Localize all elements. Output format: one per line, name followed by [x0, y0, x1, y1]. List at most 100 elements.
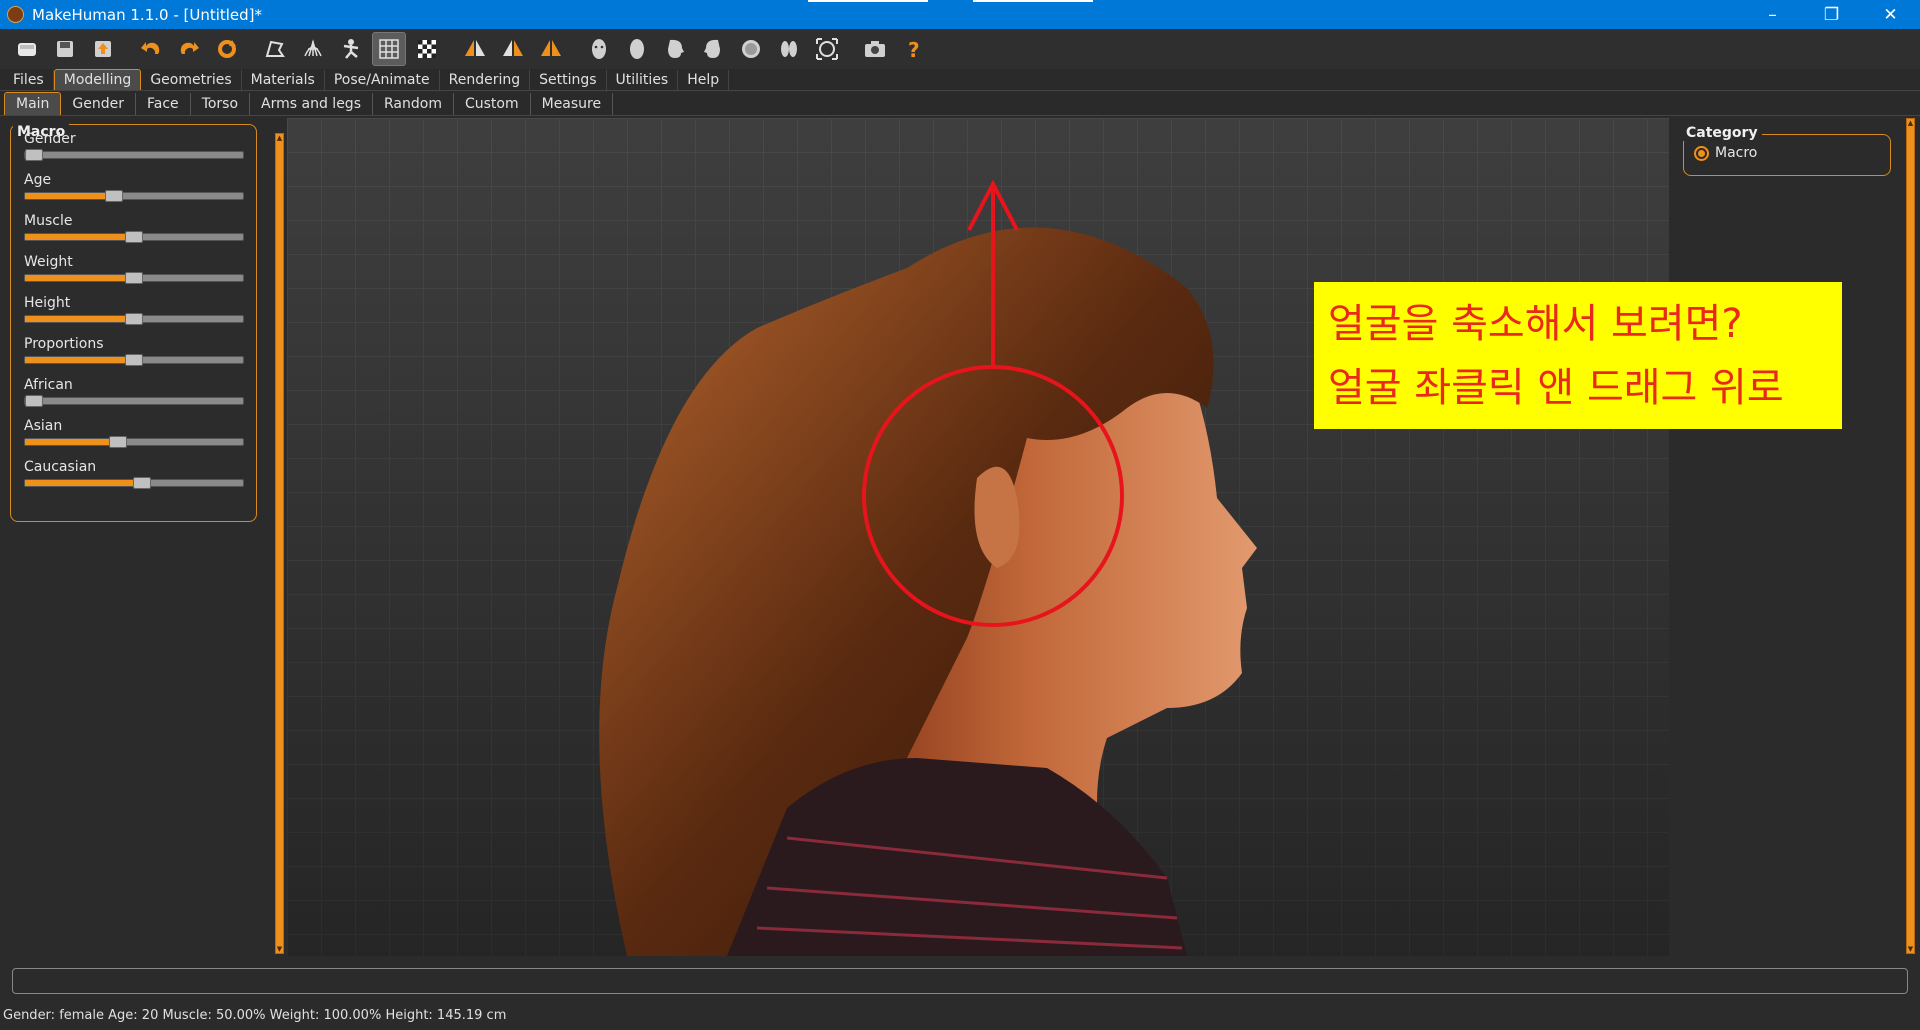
reset-camera-icon	[816, 38, 838, 60]
export-icon	[95, 41, 111, 57]
tab-modelling[interactable]: Modelling	[53, 69, 142, 90]
tab-settings[interactable]: Settings	[530, 70, 607, 90]
slider-track[interactable]	[24, 149, 244, 161]
front-view-button[interactable]	[582, 32, 616, 66]
slider-track[interactable]	[24, 395, 244, 407]
slider-handle[interactable]	[109, 436, 127, 448]
screenshot-button[interactable]	[858, 32, 892, 66]
3d-viewport[interactable]	[287, 118, 1669, 956]
reset-icon	[218, 40, 236, 58]
pose-icon	[343, 39, 359, 59]
right-view-button[interactable]	[696, 32, 730, 66]
slider-label: Proportions	[24, 336, 104, 352]
right-splitter[interactable]: ▲ ▼	[1906, 118, 1915, 954]
grid-icon	[379, 39, 399, 59]
back-view-button[interactable]	[620, 32, 654, 66]
slider-age[interactable]: Age	[24, 172, 248, 202]
checker-icon	[418, 40, 436, 58]
slider-fill	[25, 480, 142, 486]
slider-label: Weight	[24, 254, 73, 270]
symmetry-button[interactable]	[534, 32, 568, 66]
slider-track[interactable]	[24, 272, 244, 284]
slider-track[interactable]	[24, 477, 244, 489]
top-view-icon	[742, 40, 760, 58]
slider-handle[interactable]	[125, 272, 143, 284]
tab-files[interactable]: Files	[4, 70, 54, 90]
help-button[interactable]: ?	[896, 32, 930, 66]
close-button[interactable]: ✕	[1861, 0, 1920, 29]
subtab-main[interactable]: Main	[4, 92, 62, 115]
export-button[interactable]	[86, 32, 120, 66]
top-view-button[interactable]	[734, 32, 768, 66]
slider-fill	[25, 316, 134, 322]
symmetry-right-button[interactable]	[458, 32, 492, 66]
subtab-face[interactable]: Face	[136, 93, 191, 115]
grid-button[interactable]	[372, 32, 406, 66]
subtab-torso[interactable]: Torso	[191, 93, 251, 115]
back-view-icon	[630, 39, 644, 59]
tab-materials[interactable]: Materials	[242, 70, 325, 90]
subtab-arms-and-legs[interactable]: Arms and legs	[250, 93, 373, 115]
tab-pose-animate[interactable]: Pose/Animate	[325, 70, 440, 90]
undo-button[interactable]	[134, 32, 168, 66]
maximize-button[interactable]: ❐	[1802, 0, 1861, 29]
status-bar: Gender: female Age: 20 Muscle: 50.00% We…	[3, 1008, 507, 1023]
slider-track[interactable]	[24, 436, 244, 448]
category-panel-title: Category	[1682, 125, 1762, 141]
slider-handle[interactable]	[105, 190, 123, 202]
symmetry-left-button[interactable]	[496, 32, 530, 66]
left-view-button[interactable]	[658, 32, 692, 66]
symmetry-right-icon	[465, 40, 485, 56]
radio-selected-icon[interactable]	[1694, 145, 1709, 161]
slider-handle[interactable]	[133, 477, 151, 489]
slider-handle[interactable]	[125, 231, 143, 243]
subtab-custom[interactable]: Custom	[454, 93, 531, 115]
slider-track[interactable]	[24, 190, 244, 202]
slider-handle[interactable]	[125, 354, 143, 366]
save-button[interactable]	[48, 32, 82, 66]
slider-height[interactable]: Height	[24, 295, 248, 325]
slider-caucasian[interactable]: Caucasian	[24, 459, 248, 489]
category-option-label: Macro	[1715, 145, 1758, 161]
slider-handle[interactable]	[25, 395, 43, 407]
bottom-view-button[interactable]	[772, 32, 806, 66]
slider-gender[interactable]: Gender	[24, 131, 248, 161]
slider-track[interactable]	[24, 313, 244, 325]
slider-african[interactable]: African	[24, 377, 248, 407]
slider-track[interactable]	[24, 354, 244, 366]
tab-rendering[interactable]: Rendering	[440, 70, 531, 90]
subtab-measure[interactable]: Measure	[531, 93, 614, 115]
slider-proportions[interactable]: Proportions	[24, 336, 248, 366]
reset-camera-button[interactable]	[810, 32, 844, 66]
tab-help[interactable]: Help	[678, 70, 730, 90]
pose-button[interactable]	[334, 32, 368, 66]
slider-muscle[interactable]: Muscle	[24, 213, 248, 243]
subtab-gender[interactable]: Gender	[61, 93, 137, 115]
wireframe-button[interactable]	[296, 32, 330, 66]
subtab-random[interactable]: Random	[373, 93, 454, 115]
slider-track[interactable]	[24, 231, 244, 243]
left-view-icon	[668, 39, 684, 58]
category-option-macro[interactable]: Macro	[1694, 145, 1757, 161]
tab-geometries[interactable]: Geometries	[141, 70, 242, 90]
slider-weight[interactable]: Weight	[24, 254, 248, 284]
reset-button[interactable]	[210, 32, 244, 66]
slider-handle[interactable]	[125, 313, 143, 325]
slider-fill	[25, 439, 118, 445]
slider-asian[interactable]: Asian	[24, 418, 248, 448]
tab-utilities[interactable]: Utilities	[607, 70, 679, 90]
slider-handle[interactable]	[25, 149, 43, 161]
new-button[interactable]	[10, 32, 44, 66]
title-indicators	[808, 0, 1093, 2]
symmetry-left-icon	[503, 40, 523, 56]
redo-button[interactable]	[172, 32, 206, 66]
front-view-icon	[592, 39, 606, 59]
slider-label: Height	[24, 295, 71, 311]
slider-fill	[25, 357, 134, 363]
checker-button[interactable]	[410, 32, 444, 66]
new-icon	[18, 43, 36, 56]
smooth-button[interactable]	[258, 32, 292, 66]
left-splitter[interactable]: ▲ ▼	[275, 133, 284, 954]
minimize-button[interactable]: –	[1743, 0, 1802, 29]
slider-fill	[25, 234, 134, 240]
